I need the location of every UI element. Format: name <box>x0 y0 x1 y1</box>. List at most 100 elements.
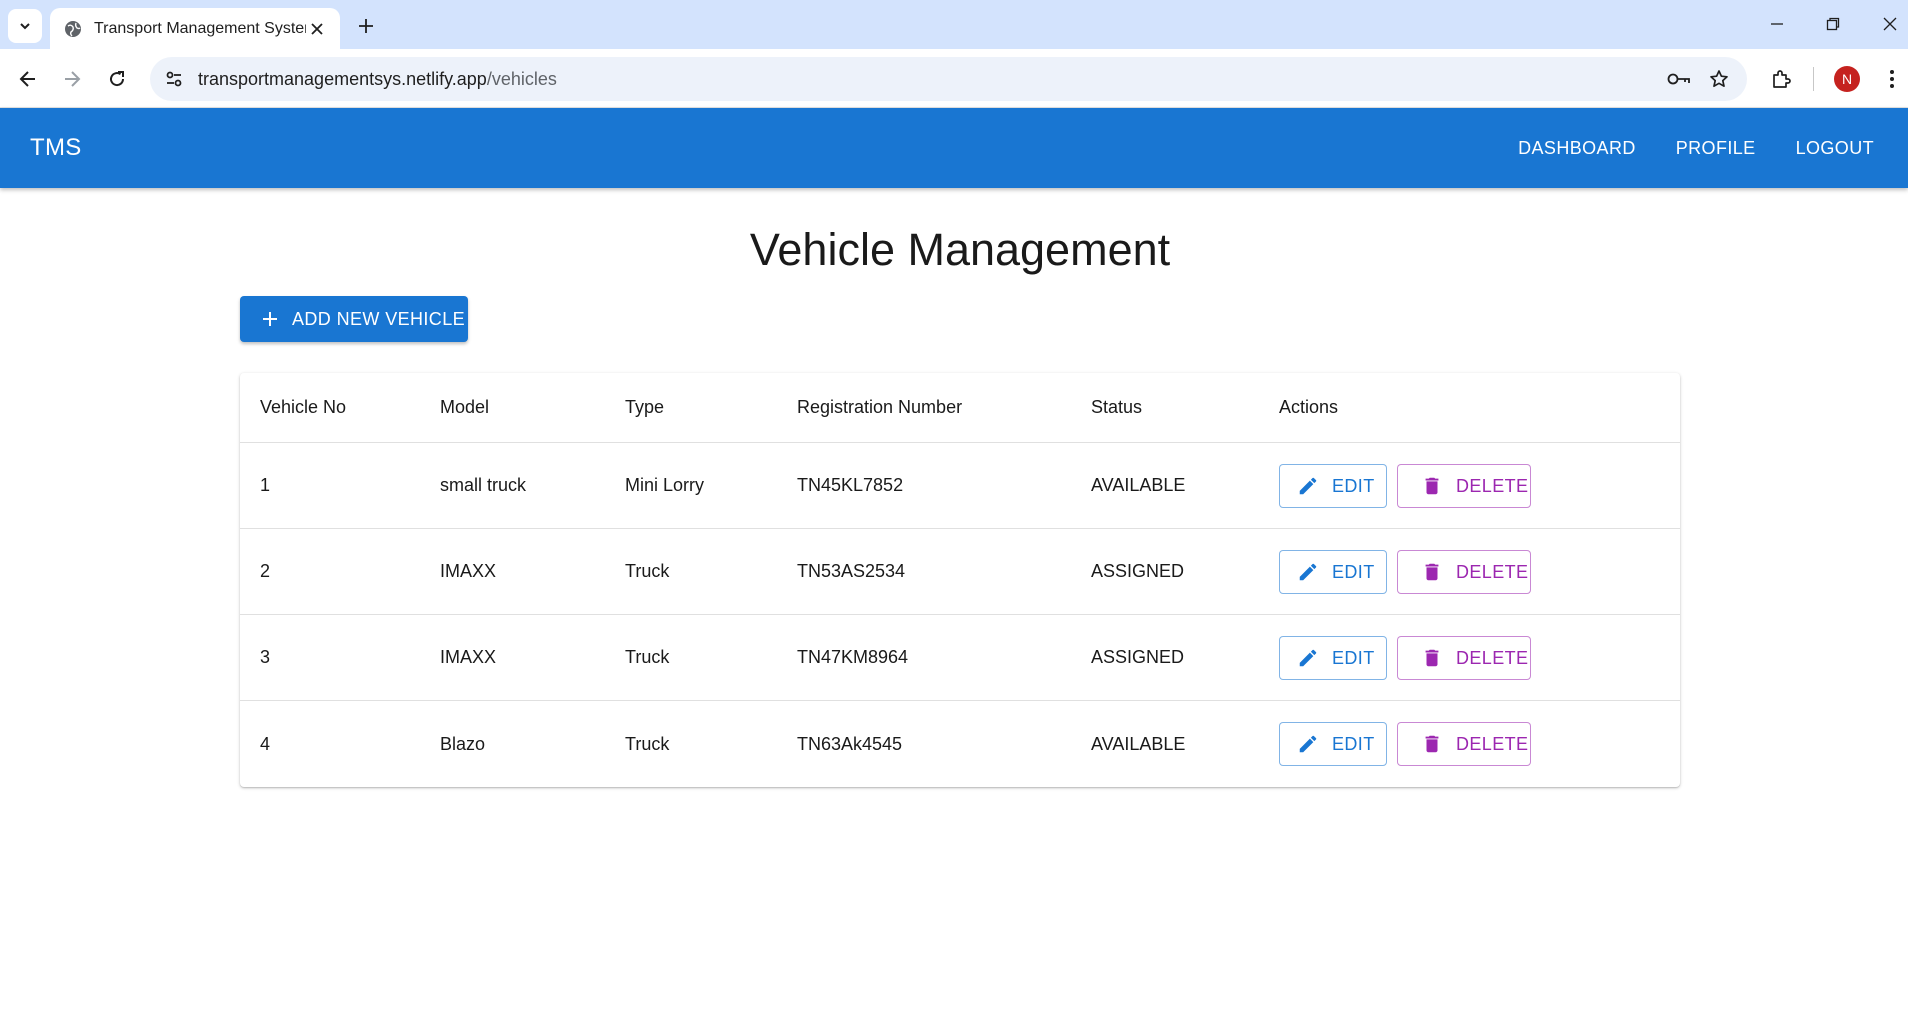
cell-model: small truck <box>440 475 527 495</box>
close-window-button[interactable] <box>1870 8 1908 40</box>
cell-registration-number: TN53AS2534 <box>797 561 906 581</box>
delete-label: DELETE <box>1456 647 1529 668</box>
plus-icon <box>259 308 281 330</box>
delete-label: DELETE <box>1456 475 1529 496</box>
table-row: 1 small truck Mini Lorry TN45KL7852 AVAILABL… <box>240 443 1680 529</box>
site-info-icon[interactable] <box>152 57 196 101</box>
url-text[interactable]: transportmanagementsys.netlify.app/vehic… <box>198 69 1659 90</box>
minimize-button[interactable] <box>1757 8 1797 40</box>
cell-model: Blazo <box>440 733 486 754</box>
header-type: Type <box>625 397 665 417</box>
edit-button[interactable]: EDIT <box>1279 464 1387 508</box>
app-bar: TMS DASHBOARD PROFILE LOGOUT <box>0 108 1908 188</box>
plus-icon <box>359 19 373 33</box>
nav-logout[interactable]: LOGOUT <box>1776 128 1894 169</box>
vehicles-table: Vehicle No Model Type Registration Numbe… <box>240 373 1680 787</box>
cell-type: Truck <box>625 733 670 754</box>
tab-title: Transport Management System <box>94 19 306 37</box>
cell-status: AVAILABLE <box>1091 475 1186 495</box>
edit-label: EDIT <box>1332 561 1375 582</box>
table-header-row: Vehicle No Model Type Registration Numbe… <box>240 373 1680 443</box>
cell-vehicle-no: 1 <box>260 475 271 495</box>
cell-status: AVAILABLE <box>1091 733 1186 754</box>
cell-registration-number: TN45KL7852 <box>797 475 904 495</box>
trash-icon <box>1420 646 1444 670</box>
password-key-icon[interactable] <box>1659 59 1699 99</box>
tab-search-button[interactable] <box>8 9 42 43</box>
delete-button[interactable]: DELETE <box>1397 722 1531 766</box>
reload-icon <box>110 71 125 87</box>
pencil-icon <box>1296 560 1320 584</box>
table-row: 2 IMAXX Truck TN53AS2534 ASSIGNED EDIT DELETE <box>240 529 1680 615</box>
delete-button[interactable]: DELETE <box>1397 636 1531 680</box>
brand-logo[interactable]: TMS <box>30 108 82 188</box>
bookmark-star-icon[interactable] <box>1699 59 1739 99</box>
header-status: Status <box>1091 397 1143 417</box>
edit-button[interactable]: EDIT <box>1279 550 1387 594</box>
url-path: /vehicles <box>486 68 557 89</box>
globe-icon <box>64 20 82 38</box>
edit-label: EDIT <box>1332 647 1375 668</box>
cell-type: Truck <box>625 561 670 581</box>
browser-tab[interactable]: Transport Management System <box>50 8 340 49</box>
back-button[interactable] <box>10 61 46 97</box>
toolbar-divider <box>1813 67 1814 91</box>
cell-status: ASSIGNED <box>1091 561 1185 581</box>
nav-dashboard[interactable]: DASHBOARD <box>1498 128 1656 169</box>
cell-registration-number: TN47KM8964 <box>797 647 909 667</box>
delete-label: DELETE <box>1456 733 1529 754</box>
header-registration-number: Registration Number <box>797 397 963 417</box>
chevron-down-icon <box>20 23 30 30</box>
address-bar[interactable]: transportmanagementsys.netlify.app/vehic… <box>150 57 1747 101</box>
more-vert-icon <box>1890 70 1894 88</box>
top-nav: DASHBOARD PROFILE LOGOUT <box>1498 108 1908 188</box>
restore-icon <box>1826 17 1840 31</box>
delete-label: DELETE <box>1456 561 1529 582</box>
cell-type: Mini Lorry <box>625 475 705 495</box>
page-title: Vehicle Management <box>749 224 1171 275</box>
cell-status: ASSIGNED <box>1091 647 1185 667</box>
cell-model: IMAXX <box>440 647 497 667</box>
cell-vehicle-no: 2 <box>260 561 271 581</box>
cell-model: IMAXX <box>440 561 497 581</box>
puzzle-icon <box>1773 70 1791 88</box>
table-row: 3 IMAXX Truck TN47KM8964 ASSIGNED EDIT DELETE <box>240 615 1680 701</box>
edit-button[interactable]: EDIT <box>1279 636 1387 680</box>
pencil-icon <box>1296 732 1320 756</box>
browser-tabstrip: Transport Management System <box>0 0 1908 49</box>
restore-button[interactable] <box>1813 8 1853 40</box>
close-icon <box>1883 17 1897 31</box>
edit-button[interactable]: EDIT <box>1279 722 1387 766</box>
nav-profile[interactable]: PROFILE <box>1656 128 1776 169</box>
new-tab-button[interactable] <box>351 11 381 41</box>
pencil-icon <box>1296 646 1320 670</box>
header-vehicle-no: Vehicle No <box>260 397 347 417</box>
trash-icon <box>1420 474 1444 498</box>
add-new-vehicle-label: ADD NEW VEHICLE <box>292 308 466 329</box>
header-actions: Actions <box>1279 397 1339 417</box>
cell-type: Truck <box>625 647 670 667</box>
pencil-icon <box>1296 474 1320 498</box>
arrow-left-icon <box>19 71 35 87</box>
reload-button[interactable] <box>99 61 135 97</box>
trash-icon <box>1420 732 1444 756</box>
add-new-vehicle-button[interactable]: ADD NEW VEHICLE <box>240 296 468 342</box>
browser-menu-button[interactable] <box>1874 61 1908 97</box>
edit-label: EDIT <box>1332 733 1375 754</box>
edit-label: EDIT <box>1332 475 1375 496</box>
trash-icon <box>1420 560 1444 584</box>
cell-registration-number: TN63Ak4545 <box>797 733 903 754</box>
delete-button[interactable]: DELETE <box>1397 550 1531 594</box>
cell-vehicle-no: 3 <box>260 647 271 667</box>
arrow-right-icon <box>65 71 81 87</box>
forward-button[interactable] <box>54 61 90 97</box>
extensions-button[interactable] <box>1764 61 1800 97</box>
url-host: transportmanagementsys.netlify.app <box>198 68 487 89</box>
browser-toolbar: transportmanagementsys.netlify.app/vehic… <box>0 49 1908 108</box>
cell-vehicle-no: 4 <box>260 733 271 754</box>
delete-button[interactable]: DELETE <box>1397 464 1531 508</box>
table-row: 4 Blazo Truck TN63Ak4545 AVAILABLE EDIT DELETE <box>240 701 1680 787</box>
profile-avatar[interactable]: N <box>1834 66 1860 92</box>
minimize-icon <box>1771 23 1783 25</box>
close-tab-icon[interactable] <box>306 18 328 40</box>
